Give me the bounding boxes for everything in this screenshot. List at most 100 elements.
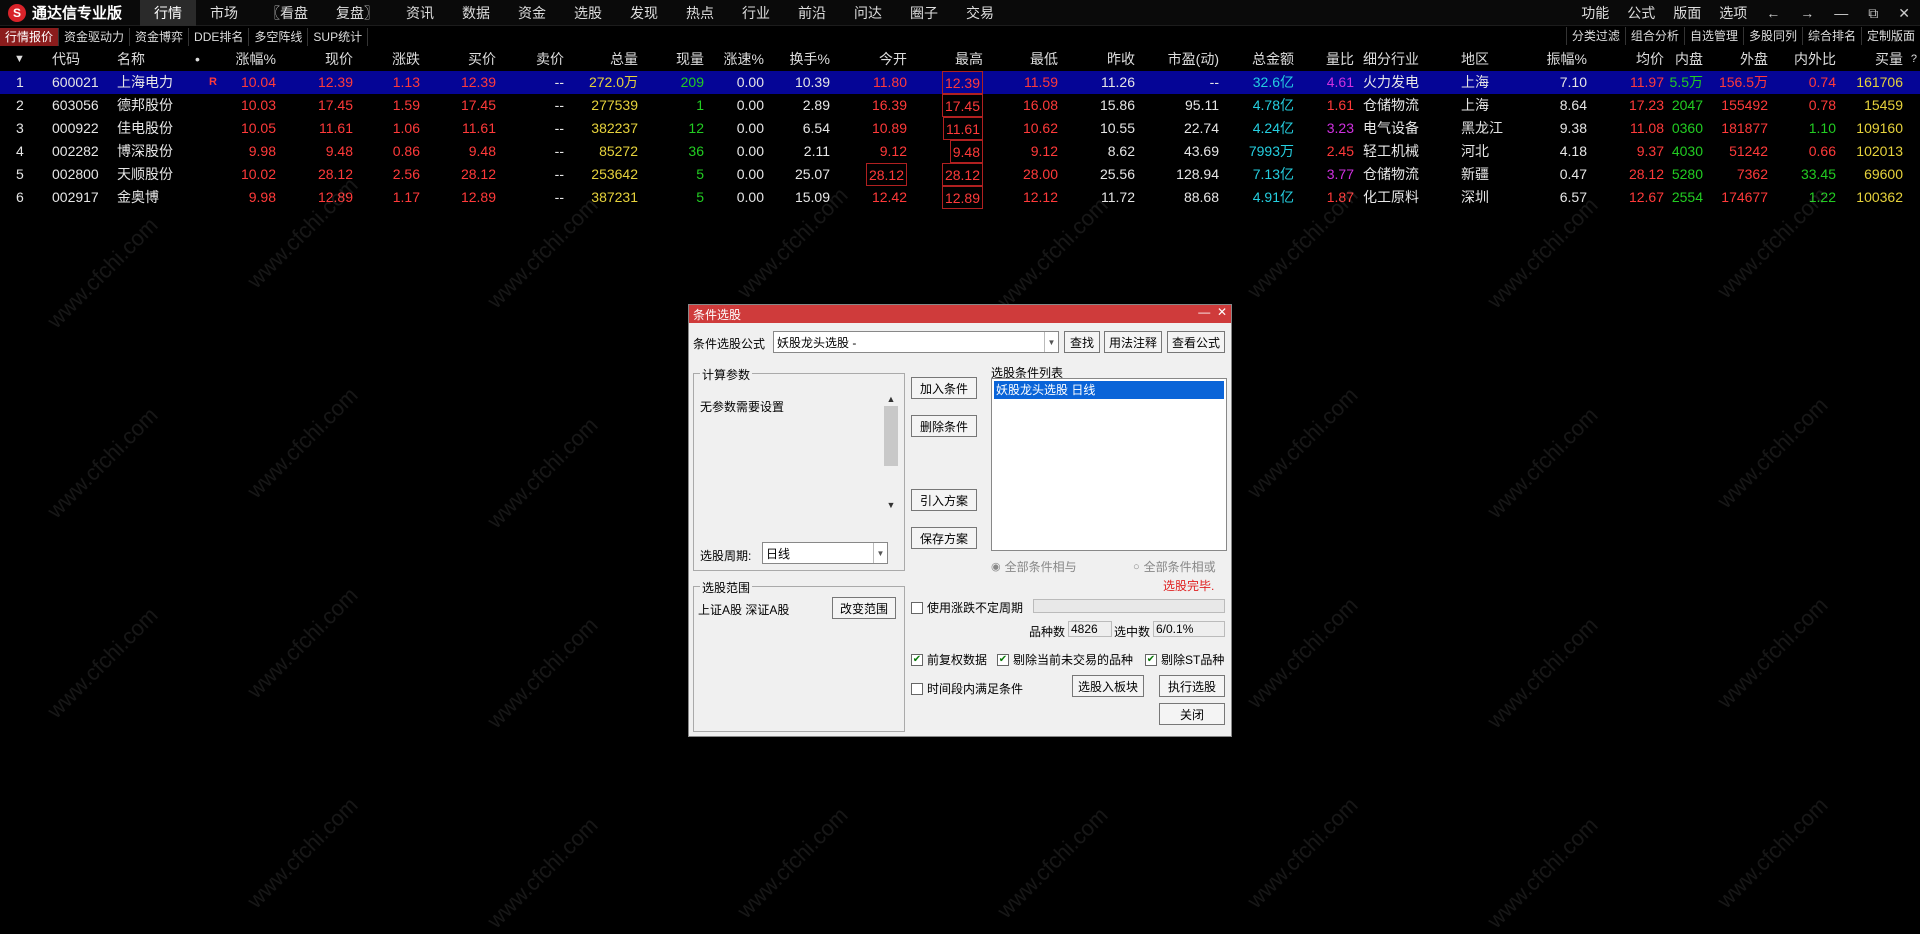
menu-frontier[interactable]: 前沿 xyxy=(784,0,840,26)
col-industry[interactable]: 细分行业 xyxy=(1363,48,1419,71)
tab-fund-game[interactable]: 资金博弈 xyxy=(130,28,190,46)
col-ask[interactable]: 卖价 xyxy=(536,48,564,71)
table-row[interactable]: 4 002282 博深股份 9.98 9.48 0.86 9.48 -- 85272 36 0.00… xyxy=(0,140,1920,163)
table-row[interactable]: 3 000922 佳电股份 10.05 11.61 1.06 11.61 -- 382237 12… xyxy=(0,117,1920,140)
back-arrow-icon[interactable]: ← xyxy=(1756,5,1790,21)
help-icon[interactable]: ? xyxy=(1911,48,1917,71)
menu-news[interactable]: 资讯 xyxy=(392,0,448,26)
usage-note-button[interactable]: 用法注释 xyxy=(1104,331,1162,353)
sort-triangle-icon[interactable]: ▼ xyxy=(14,48,25,71)
view-formula-button[interactable]: 查看公式 xyxy=(1167,331,1225,353)
forward-adjust-checkbox[interactable]: ✔ 前复权数据 xyxy=(911,651,987,668)
use-variable-period-checkbox[interactable]: 使用涨跌不定周期 xyxy=(911,599,1023,616)
menu-layout[interactable]: 版面 xyxy=(1664,3,1710,23)
menu-circle[interactable]: 圈子 xyxy=(896,0,952,26)
menu-hot[interactable]: 热点 xyxy=(672,0,728,26)
formula-select[interactable]: 妖股龙头选股 - ▼ xyxy=(773,331,1059,353)
col-price[interactable]: 现价 xyxy=(325,48,353,71)
tab-quote-list[interactable]: 行情报价 xyxy=(0,28,60,46)
tab-long-short[interactable]: 多空阵线 xyxy=(249,28,309,46)
col-chg[interactable]: 涨跌 xyxy=(392,48,420,71)
col-region[interactable]: 地区 xyxy=(1461,48,1489,71)
table-row[interactable]: 2 603056 德邦股份 10.03 17.45 1.59 17.45 -- 277539 1 0… xyxy=(0,94,1920,117)
menu-funds[interactable]: 资金 xyxy=(504,0,560,26)
time-range-checkbox[interactable]: 时间段内满足条件 xyxy=(911,680,1023,697)
table-row[interactable]: 5 002800 天顺股份 10.02 28.12 2.56 28.12 -- 253642 5 0… xyxy=(0,163,1920,186)
menu-data[interactable]: 数据 xyxy=(448,0,504,26)
radio-and[interactable]: ◉ 全部条件相与 xyxy=(991,558,1077,575)
col-high[interactable]: 最高 xyxy=(955,48,983,71)
menu-ask[interactable]: 问达 xyxy=(840,0,896,26)
find-button[interactable]: 查找 xyxy=(1064,331,1100,353)
menu-replay[interactable]: 复盘〗 xyxy=(322,0,392,26)
add-condition-button[interactable]: 加入条件 xyxy=(911,377,977,399)
col-cur-vol[interactable]: 现量 xyxy=(676,48,704,71)
col-name[interactable]: 名称 xyxy=(117,48,145,71)
col-prev[interactable]: 昨收 xyxy=(1107,48,1135,71)
col-open[interactable]: 今开 xyxy=(879,48,907,71)
col-amplitude[interactable]: 振幅% xyxy=(1547,48,1587,71)
menu-function[interactable]: 功能 xyxy=(1572,3,1618,23)
tab-overall-rank[interactable]: 综合排名 xyxy=(1801,27,1861,45)
save-scheme-button[interactable]: 保存方案 xyxy=(911,527,977,549)
menu-formula[interactable]: 公式 xyxy=(1618,3,1664,23)
exclude-st-checkbox[interactable]: ✔ 剔除ST品种 xyxy=(1145,651,1224,668)
col-bid-vol[interactable]: 买量 xyxy=(1875,48,1903,71)
tab-sup-stats[interactable]: SUP统计 xyxy=(308,28,369,46)
run-selection-button[interactable]: 执行选股 xyxy=(1159,675,1225,697)
minimize-icon[interactable]: — xyxy=(1824,5,1858,21)
tab-category-filter[interactable]: 分类过滤 xyxy=(1565,27,1625,45)
col-io-ratio[interactable]: 内外比 xyxy=(1794,48,1836,71)
period-select[interactable]: 日线 ▼ xyxy=(762,542,888,564)
menu-industry[interactable]: 行业 xyxy=(728,0,784,26)
col-turnover[interactable]: 换手% xyxy=(790,48,830,71)
scroll-up-icon[interactable]: ▲ xyxy=(884,394,898,404)
radio-or[interactable]: ○ 全部条件相或 xyxy=(1133,558,1216,575)
dialog-close-icon[interactable]: ✕ xyxy=(1217,305,1227,319)
scroll-down-icon[interactable]: ▼ xyxy=(884,500,898,510)
close-icon[interactable]: ✕ xyxy=(1888,5,1920,22)
params-scrollbar[interactable]: ▲ ▼ xyxy=(884,394,898,514)
col-bid[interactable]: 买价 xyxy=(468,48,496,71)
close-button[interactable]: 关闭 xyxy=(1159,703,1225,725)
tab-multi-stock[interactable]: 多股同列 xyxy=(1742,27,1802,45)
condition-list[interactable]: 妖股龙头选股 日线 xyxy=(991,378,1227,551)
cell-high: 11.61 xyxy=(943,117,983,140)
col-speed[interactable]: 涨速% xyxy=(724,48,764,71)
menu-stock-picker[interactable]: 选股 xyxy=(560,0,616,26)
menu-quotes[interactable]: 行情 xyxy=(140,0,196,26)
condition-list-item[interactable]: 妖股龙头选股 日线 xyxy=(994,381,1224,399)
exclude-untraded-checkbox[interactable]: ✔ 剔除当前未交易的品种 xyxy=(997,651,1133,668)
tab-watchlist-manage[interactable]: 自选管理 xyxy=(1683,27,1743,45)
menu-discover[interactable]: 发现 xyxy=(616,0,672,26)
change-range-button[interactable]: 改变范围 xyxy=(832,597,896,619)
menu-market[interactable]: 市场 xyxy=(196,0,252,26)
col-pe[interactable]: 市盈(动) xyxy=(1168,48,1219,71)
col-vol-ratio[interactable]: 量比 xyxy=(1326,48,1354,71)
dialog-titlebar[interactable]: 条件选股 — ✕ xyxy=(689,305,1231,323)
col-code[interactable]: 代码 xyxy=(52,48,80,71)
tab-custom-layout[interactable]: 定制版面 xyxy=(1860,27,1920,45)
dialog-minimize-icon[interactable]: — xyxy=(1198,305,1217,319)
menu-trade[interactable]: 交易 xyxy=(952,0,1008,26)
table-row[interactable]: 6 002917 金奥博 9.98 12.89 1.17 12.89 -- 387231 5 0.0… xyxy=(0,186,1920,209)
delete-condition-button[interactable]: 删除条件 xyxy=(911,415,977,437)
add-to-block-button[interactable]: 选股入板块 xyxy=(1072,675,1144,697)
table-row[interactable]: 1 600021 上海电力 R 10.04 12.39 1.13 12.39 -- 272.0万 2… xyxy=(0,71,1920,94)
import-scheme-button[interactable]: 引入方案 xyxy=(911,489,977,511)
menu-options[interactable]: 选项 xyxy=(1710,3,1756,23)
col-inner[interactable]: 内盘 xyxy=(1675,48,1703,71)
col-outer[interactable]: 外盘 xyxy=(1740,48,1768,71)
col-avg[interactable]: 均价 xyxy=(1636,48,1664,71)
col-low[interactable]: 最低 xyxy=(1030,48,1058,71)
col-chg-pct[interactable]: 涨幅% xyxy=(236,48,276,71)
tab-fund-drive[interactable]: 资金驱动力 xyxy=(59,28,131,46)
col-vol[interactable]: 总量 xyxy=(610,48,638,71)
forward-arrow-icon[interactable]: → xyxy=(1790,5,1824,21)
menu-watch[interactable]: 〖看盘 xyxy=(252,0,322,26)
col-amount[interactable]: 总金额 xyxy=(1252,48,1294,71)
tab-dde-rank[interactable]: DDE排名 xyxy=(189,28,250,46)
restore-icon[interactable]: ⧉ xyxy=(1858,5,1888,22)
scroll-thumb[interactable] xyxy=(884,406,898,466)
tab-portfolio-analysis[interactable]: 组合分析 xyxy=(1624,27,1684,45)
